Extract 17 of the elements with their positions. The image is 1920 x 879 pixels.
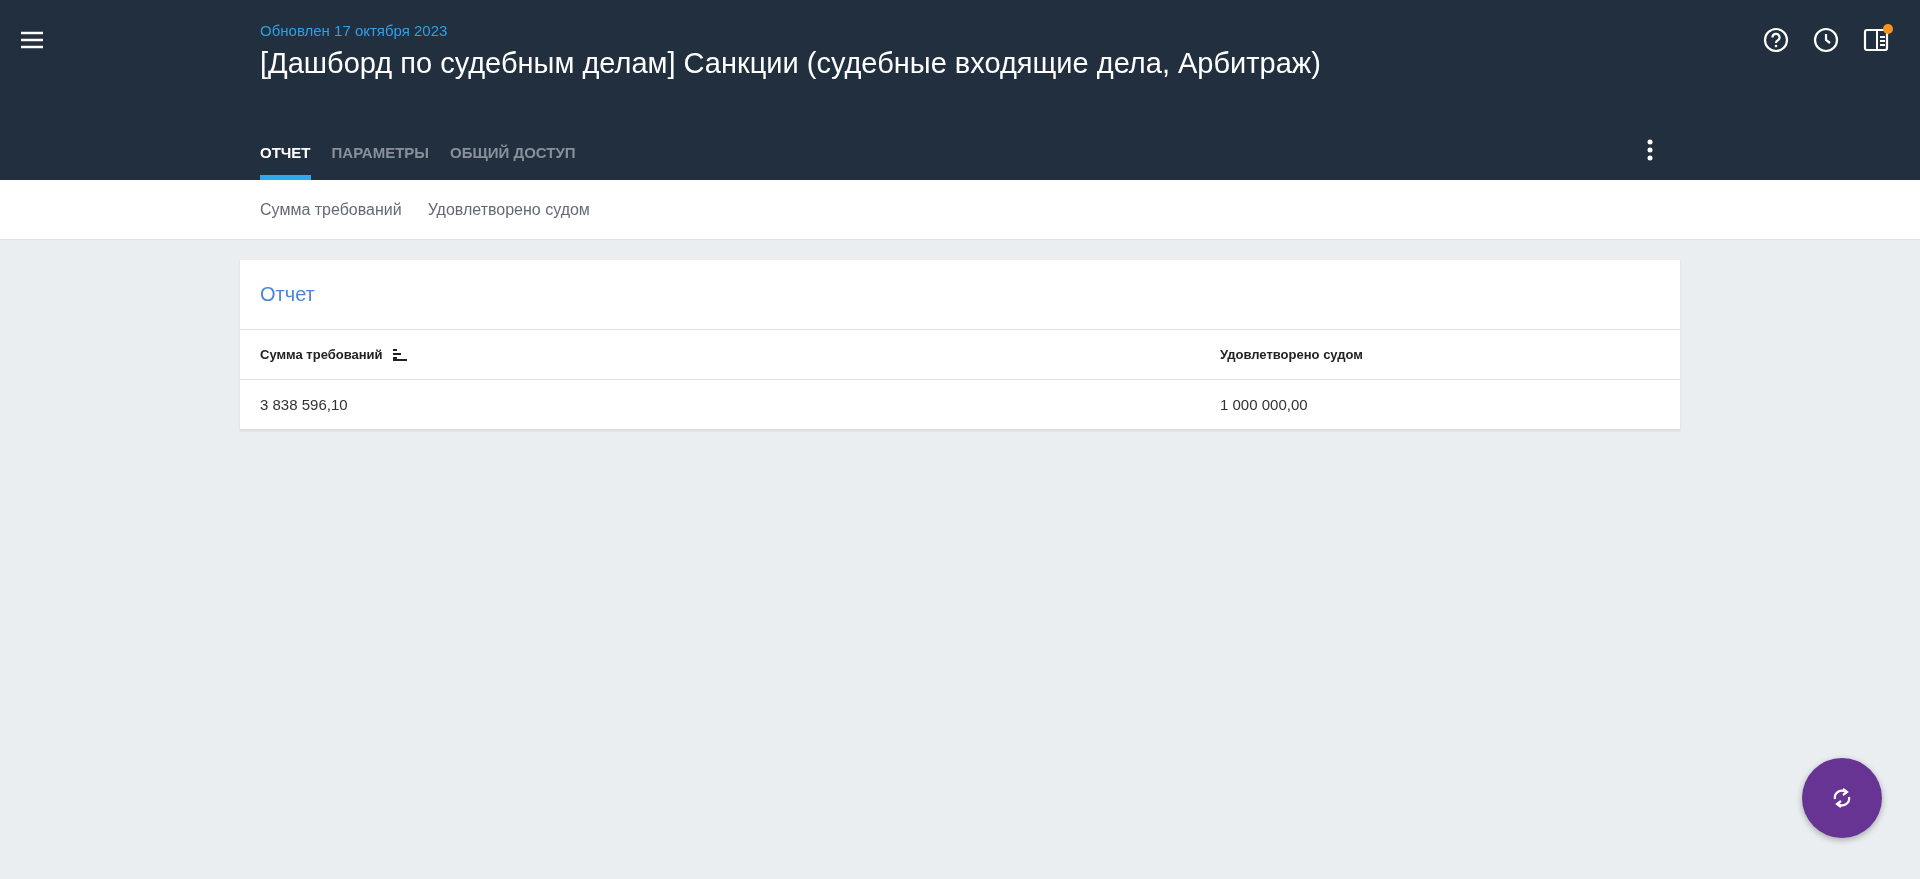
table-cell-text: 1 000 000,00 — [1219, 396, 1309, 413]
card-title: Отчет — [240, 260, 1680, 330]
sort-icon[interactable] — [392, 348, 407, 361]
help-icon[interactable] — [1762, 26, 1790, 54]
menu-icon[interactable] — [20, 30, 44, 50]
column-header[interactable]: Удовлетворено судом — [1220, 347, 1363, 362]
tab[interactable]: ПАРАМЕТРЫ — [331, 144, 430, 180]
tab[interactable]: ОБЩИЙ ДОСТУП — [450, 144, 576, 180]
table-cell-text: 3 838 596,10 — [259, 396, 349, 413]
column-header[interactable]: Сумма требований — [260, 347, 383, 362]
refresh-button[interactable] — [1802, 758, 1882, 838]
filter-label[interactable]: Сумма требований — [260, 200, 402, 219]
clock-icon[interactable] — [1812, 26, 1840, 54]
filter-label[interactable]: Удовлетворено судом — [427, 200, 590, 219]
dashboard-title: [Дашборд по судебным делам] Санкции (судебные входящие дела, Арбитраж) — [260, 47, 1322, 80]
panel-icon[interactable] — [1862, 26, 1890, 54]
updated-date: Обновлен 17 октября 2023 — [260, 22, 449, 39]
